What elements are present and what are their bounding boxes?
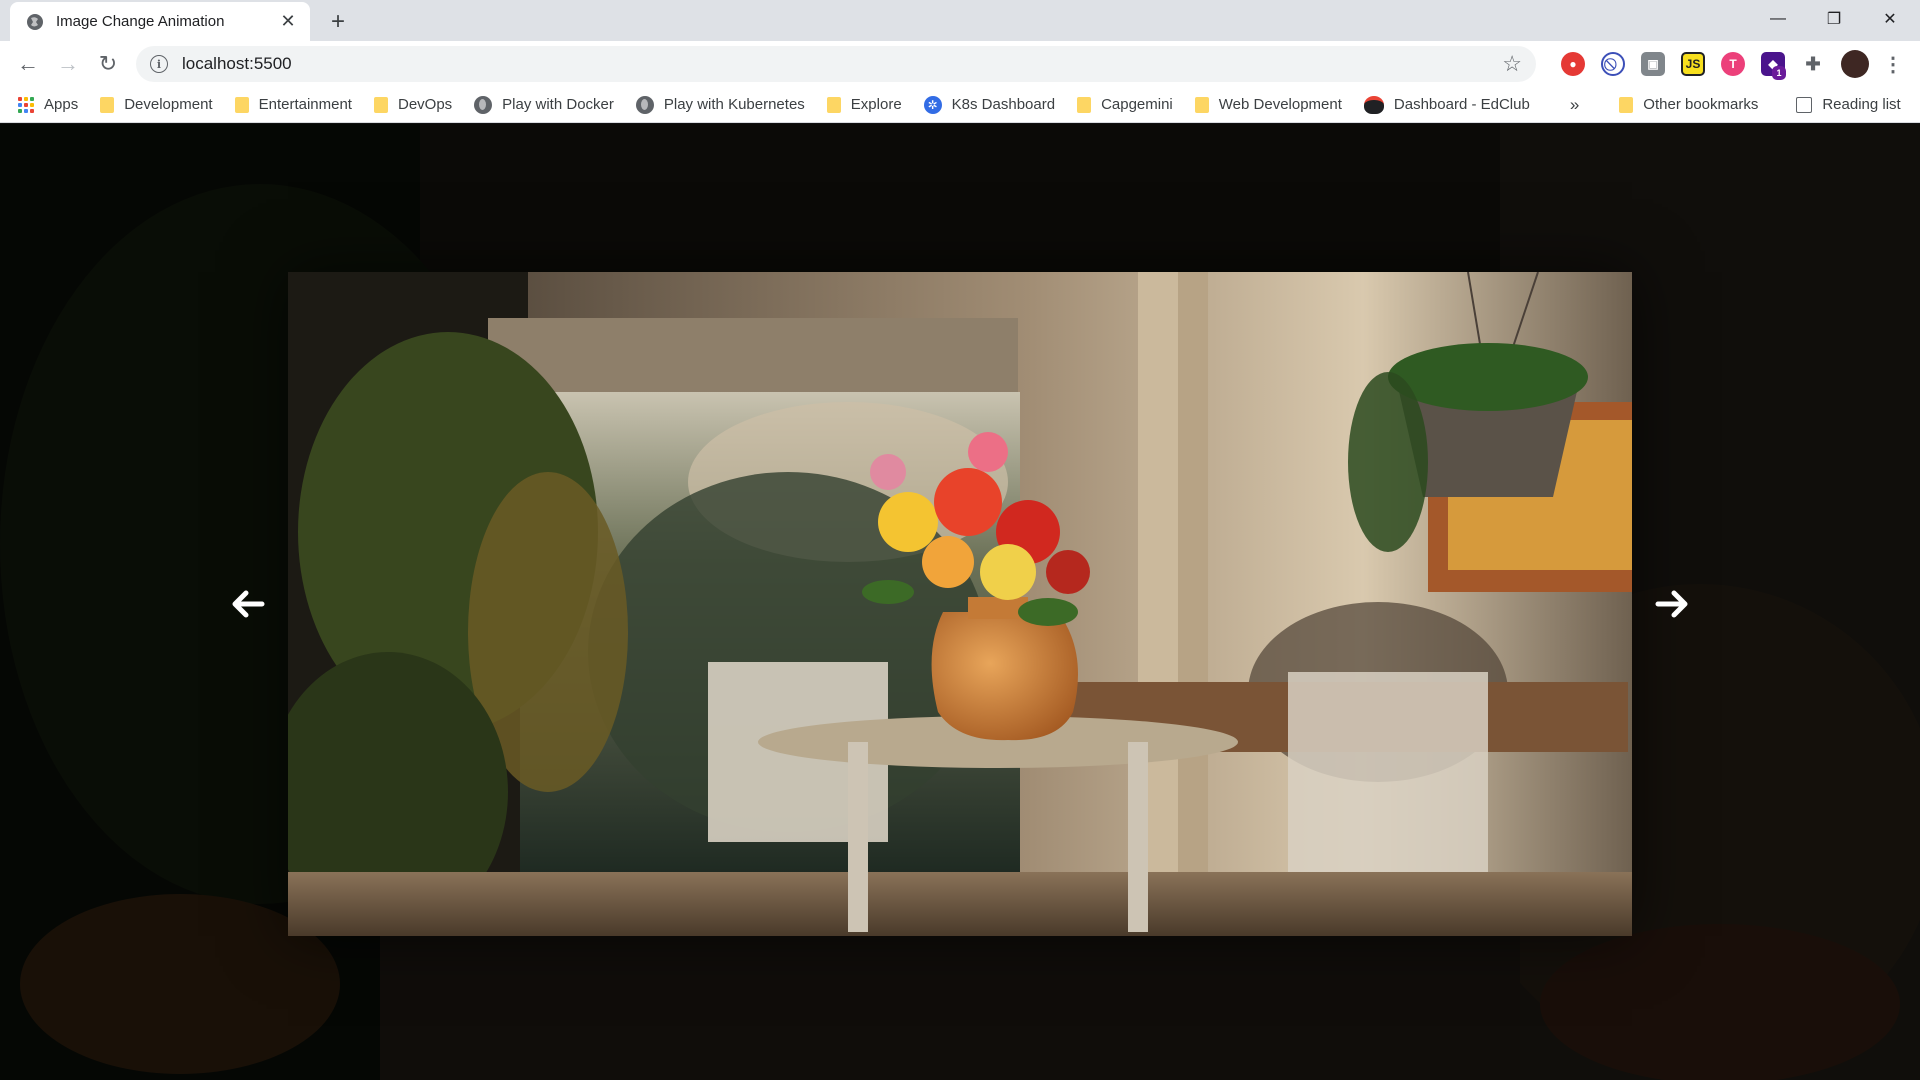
bookmark-label: Apps xyxy=(44,96,79,113)
bookmark-label: Dashboard - EdClub xyxy=(1393,96,1530,113)
bookmark-label: Play with Kubernetes xyxy=(663,96,805,113)
tab-strip: Image Change Animation ✕ + — ❐ ✕ xyxy=(0,0,1920,41)
folder-icon xyxy=(826,96,841,113)
extension-badge: 1 xyxy=(1772,66,1786,80)
bookmark-other-bookmarks[interactable]: Other bookmarks xyxy=(1619,96,1758,113)
browser-toolbar: ← → ↻ i localhost:5500 ☆ xyxy=(0,41,1920,87)
tab-title: Image Change Animation xyxy=(56,13,225,30)
bookmark-label: K8s Dashboard xyxy=(951,96,1056,113)
bookmark-web-development[interactable]: Web Development xyxy=(1194,96,1342,113)
bookmark-star-icon[interactable]: ☆ xyxy=(1502,51,1522,77)
bookmarks-bar: Apps Development Entertainment DevOps Pl… xyxy=(0,87,1920,123)
folder-icon xyxy=(234,96,249,113)
bookmark-play-with-kubernetes[interactable]: Play with Kubernetes xyxy=(635,95,805,114)
globe-icon xyxy=(474,95,493,114)
bookmark-label: DevOps xyxy=(397,96,453,113)
adblock-extension-icon[interactable]: ● xyxy=(1561,52,1585,76)
apps-grid-icon xyxy=(18,96,34,113)
puzzle-extensions-icon[interactable]: ✚ xyxy=(1801,52,1825,76)
reading-list-button[interactable]: Reading list xyxy=(1796,96,1901,113)
bookmark-play-with-docker[interactable]: Play with Docker xyxy=(474,95,614,114)
address-bar[interactable]: i localhost:5500 ☆ xyxy=(136,46,1536,82)
bookmark-label: Capgemini xyxy=(1101,96,1173,113)
reading-list-label: Reading list xyxy=(1822,96,1901,113)
folder-icon xyxy=(100,96,115,113)
bookmark-entertainment[interactable]: Entertainment xyxy=(234,96,352,113)
close-window-button[interactable]: ✕ xyxy=(1862,0,1918,38)
bookmark-apps[interactable]: Apps xyxy=(18,96,78,113)
bookmark-explore[interactable]: Explore xyxy=(826,96,902,113)
site-info-icon[interactable]: i xyxy=(150,55,168,73)
profile-avatar[interactable] xyxy=(1841,50,1869,78)
bookmark-label: Explore xyxy=(850,96,902,113)
folder-icon xyxy=(1619,96,1634,113)
menu-icon[interactable]: ⋮ xyxy=(1881,52,1905,76)
bookmark-dashboard-edclub[interactable]: Dashboard - EdClub xyxy=(1363,95,1530,114)
bookmark-label: Play with Docker xyxy=(502,96,614,113)
forward-button[interactable]: → xyxy=(52,48,84,80)
globe-icon xyxy=(635,95,654,114)
next-slide-button[interactable] xyxy=(1640,576,1704,632)
bookmark-label: Web Development xyxy=(1218,96,1342,113)
t-extension-icon[interactable]: T xyxy=(1721,52,1745,76)
folder-icon xyxy=(1077,96,1092,113)
browser-tab[interactable]: Image Change Animation ✕ xyxy=(10,2,310,41)
bookmark-k8s-dashboard[interactable]: ✲ K8s Dashboard xyxy=(923,95,1056,114)
back-button[interactable]: ← xyxy=(12,48,44,80)
close-tab-icon[interactable]: ✕ xyxy=(278,11,298,32)
bookmark-development[interactable]: Development xyxy=(100,96,213,113)
kubernetes-icon: ✲ xyxy=(923,95,942,114)
blocker-extension-icon[interactable]: ⃠ xyxy=(1601,52,1625,76)
slide-image xyxy=(288,272,1632,936)
reading-list-icon xyxy=(1796,96,1813,113)
reload-button[interactable]: ↻ xyxy=(92,48,124,80)
screenshot-extension-icon[interactable]: ▣ xyxy=(1641,52,1665,76)
page-viewport xyxy=(0,124,1920,1080)
folder-icon xyxy=(373,96,388,113)
right-arrow-icon xyxy=(1655,590,1688,618)
bookmark-devops[interactable]: DevOps xyxy=(373,96,453,113)
folder-icon xyxy=(1194,96,1209,113)
porch-photo xyxy=(288,272,1632,936)
globe-icon xyxy=(27,13,43,30)
new-tab-button[interactable]: + xyxy=(324,8,352,36)
bookmark-label: Entertainment xyxy=(258,96,352,113)
bookmark-capgemini[interactable]: Capgemini xyxy=(1077,96,1173,113)
edclub-icon xyxy=(1363,95,1384,114)
js-extension-icon[interactable]: JS xyxy=(1681,52,1705,76)
bookmark-label: Other bookmarks xyxy=(1643,96,1759,113)
bookmarks-overflow-button[interactable]: » xyxy=(1570,95,1579,115)
minimize-button[interactable]: — xyxy=(1750,0,1806,38)
url-text[interactable]: localhost:5500 xyxy=(182,54,1502,74)
previous-slide-button[interactable] xyxy=(216,576,280,632)
left-arrow-icon xyxy=(232,590,265,618)
bookmark-label: Development xyxy=(124,96,213,113)
restore-button[interactable]: ❐ xyxy=(1806,0,1862,38)
